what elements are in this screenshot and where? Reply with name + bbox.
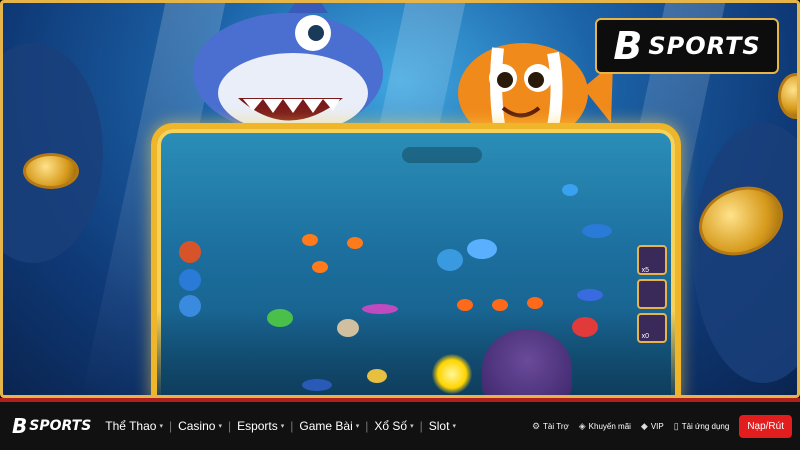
sponsor-icon: ⚙ bbox=[531, 420, 541, 431]
link-download-app[interactable]: ▯ Tải ứng dụng bbox=[674, 421, 730, 432]
utility-links: ⚙ Tài Trợ ◈ Khuyến mãi ◆ VIP ▯ Tải ứng dụng … bbox=[532, 414, 792, 438]
chevron-down-icon: ▾ bbox=[280, 423, 285, 430]
link-label: Tài Trợ bbox=[543, 421, 569, 431]
gold-coin bbox=[23, 153, 79, 189]
chevron-down-icon: ▾ bbox=[218, 423, 222, 430]
logo-text: SPORTS bbox=[648, 32, 761, 60]
link-sponsor[interactable]: ⚙ Tài Trợ bbox=[532, 421, 569, 432]
chevron-down-icon: ▾ bbox=[355, 423, 360, 430]
chevron-down-icon: ▾ bbox=[410, 423, 414, 430]
side-button[interactable] bbox=[179, 241, 201, 263]
nav-item-xo-so[interactable]: Xổ Số ▾ bbox=[368, 419, 419, 433]
shark-mascot bbox=[193, 3, 383, 133]
diamond-icon: ◆ bbox=[640, 420, 648, 431]
nav-item-casino[interactable]: Casino ▾ bbox=[172, 419, 228, 433]
fish[interactable] bbox=[467, 239, 497, 259]
link-label: Tải ứng dụng bbox=[681, 421, 730, 431]
fish[interactable] bbox=[457, 299, 473, 311]
tool-count: x0 bbox=[641, 333, 649, 340]
game-top-bar bbox=[402, 147, 482, 163]
nav-logo[interactable]: B SPORTS bbox=[12, 414, 91, 438]
fish[interactable] bbox=[347, 237, 363, 249]
nav-logo-mark: B bbox=[12, 414, 28, 438]
nav-item-slot[interactable]: Slot ▾ bbox=[423, 419, 462, 433]
nav-item-label: Casino bbox=[178, 419, 216, 433]
fish[interactable] bbox=[302, 379, 332, 391]
chevron-down-icon: ▾ bbox=[452, 423, 456, 430]
nav-item-label: Thể Thao bbox=[105, 419, 157, 433]
side-button[interactable] bbox=[179, 269, 201, 291]
fish[interactable] bbox=[302, 234, 318, 246]
fish[interactable] bbox=[362, 304, 398, 314]
fish[interactable] bbox=[437, 249, 463, 271]
fish[interactable] bbox=[367, 369, 387, 383]
fish[interactable] bbox=[562, 184, 578, 196]
fish[interactable] bbox=[312, 261, 328, 273]
nav-item-the-thao[interactable]: Thể Thao ▾ bbox=[99, 419, 169, 433]
chevron-down-icon: ▾ bbox=[159, 423, 163, 430]
logo-mark: B bbox=[613, 24, 643, 68]
menu-icon[interactable] bbox=[179, 295, 201, 317]
game-banner: B SPORTS x5 x0 bbox=[0, 0, 800, 398]
link-vip[interactable]: ◆ VIP bbox=[641, 421, 664, 432]
nav-item-game-bai[interactable]: Game Bài ▾ bbox=[293, 419, 365, 433]
fish[interactable] bbox=[492, 299, 508, 311]
nav-item-label: Esports bbox=[237, 419, 278, 433]
fish[interactable] bbox=[577, 289, 603, 301]
nav-item-label: Game Bài bbox=[299, 419, 353, 433]
fish[interactable] bbox=[582, 224, 612, 238]
nav-item-label: Xổ Số bbox=[374, 419, 408, 433]
phone-icon: ▯ bbox=[673, 420, 679, 431]
sun-fish[interactable] bbox=[432, 354, 472, 394]
deposit-button[interactable]: Nạp/Rút bbox=[739, 414, 792, 438]
fish[interactable] bbox=[337, 319, 359, 337]
game-screen[interactable]: x5 x0 bbox=[151, 123, 681, 395]
tool-slot[interactable] bbox=[637, 279, 667, 309]
nav-item-label: Slot bbox=[428, 419, 450, 433]
nav-item-esports[interactable]: Esports ▾ bbox=[231, 419, 290, 433]
brand-logo: B SPORTS bbox=[595, 18, 779, 74]
link-promotions[interactable]: ◈ Khuyến mãi bbox=[579, 421, 631, 432]
nav-bar: B SPORTS Thể Thao ▾ | Casino ▾ | Esports ▾ … bbox=[0, 398, 800, 450]
tool-count: x5 bbox=[641, 267, 649, 274]
tag-icon: ◈ bbox=[578, 420, 586, 431]
fish[interactable] bbox=[527, 297, 543, 309]
gold-coin bbox=[778, 73, 797, 119]
link-label: Khuyến mãi bbox=[588, 421, 631, 431]
fish[interactable] bbox=[572, 317, 598, 337]
fish[interactable] bbox=[267, 309, 293, 327]
nav-logo-text: SPORTS bbox=[29, 418, 92, 434]
link-label: VIP bbox=[650, 421, 664, 431]
